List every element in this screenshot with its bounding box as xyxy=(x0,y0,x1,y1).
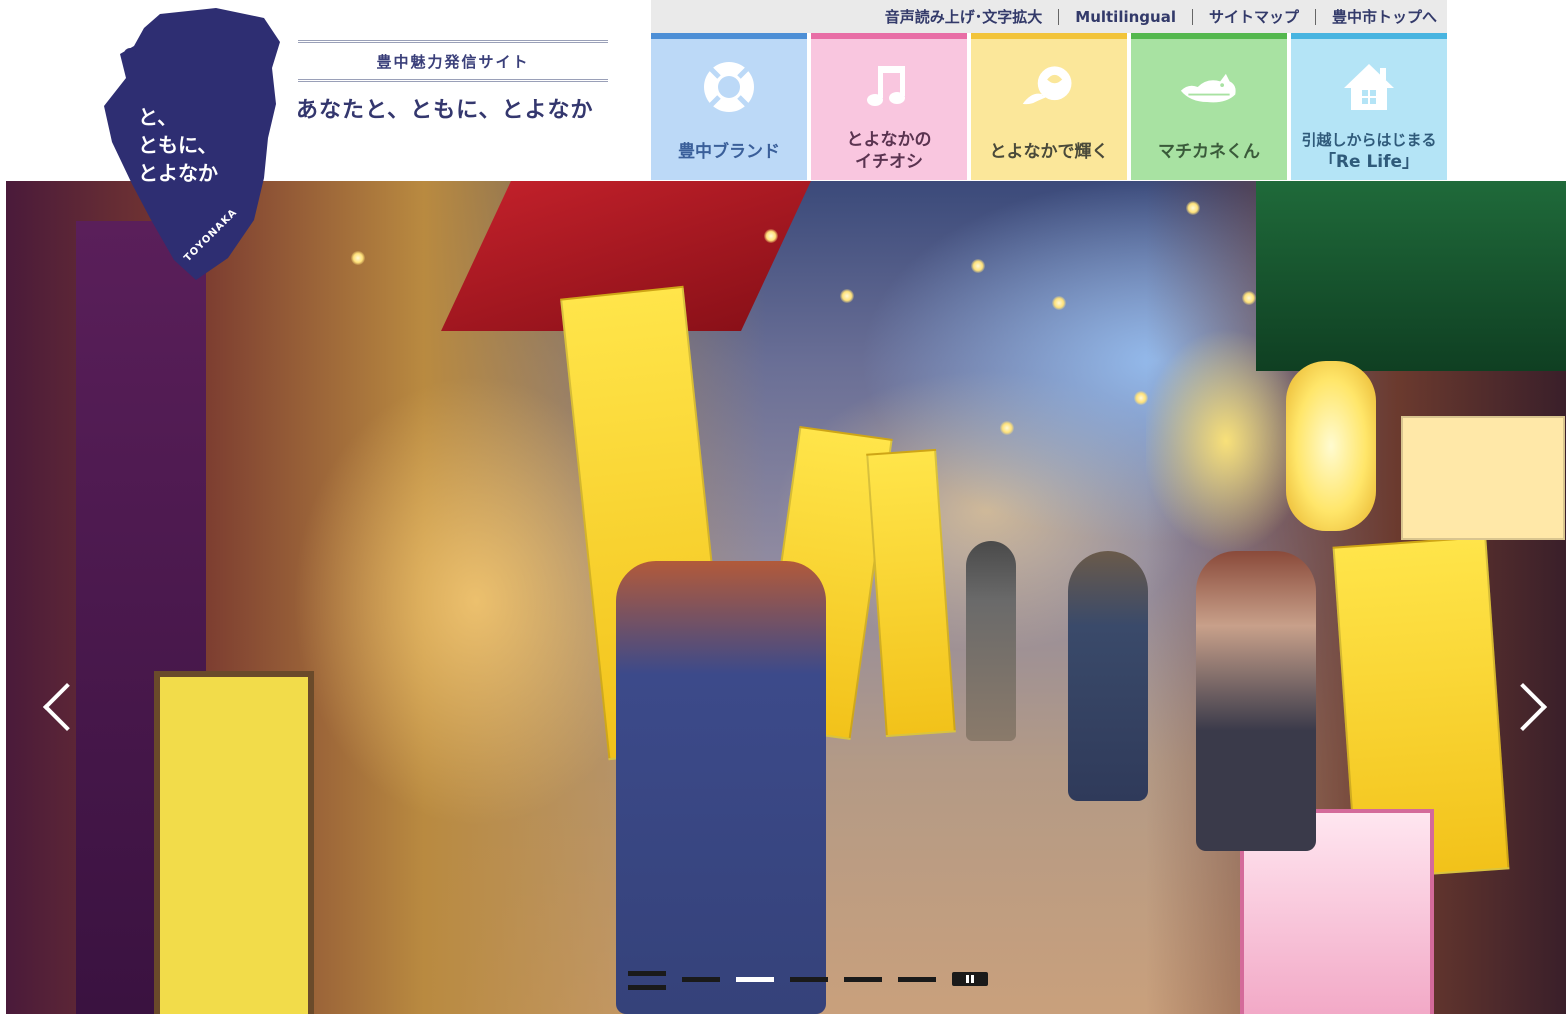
person-figure xyxy=(1196,551,1316,851)
rose-icon xyxy=(1019,57,1079,117)
house-icon xyxy=(1339,57,1399,117)
toyonaka-logo[interactable]: と、 ともに、 とよなか TOYONAKA xyxy=(104,8,280,286)
crocodile-icon xyxy=(1179,57,1239,117)
string-light xyxy=(1052,296,1066,310)
lantern xyxy=(1286,361,1376,531)
yellow-banner xyxy=(866,448,956,738)
nav-tile-label: 引越しからはじまる xyxy=(1301,131,1437,149)
string-light xyxy=(1186,201,1200,215)
nav-tile-label: とよなかの xyxy=(846,130,932,150)
site-subtitle: 豊中魅力発信サイト xyxy=(376,52,530,71)
slider-dot[interactable] xyxy=(682,976,720,982)
nav-tile-ichioshi[interactable]: とよなかの イチオシ xyxy=(811,33,967,180)
string-light xyxy=(1000,421,1014,435)
utility-link-multilingual[interactable]: Multilingual xyxy=(1059,8,1193,25)
utility-link-accessibility[interactable]: 音声読み上げ･文字拡大 xyxy=(869,8,1060,25)
string-light xyxy=(840,289,854,303)
nav-tile-label: 豊中ブランド xyxy=(678,142,780,162)
nav-tile-label: イチオシ xyxy=(855,152,923,172)
site-tagline: あなたと、ともに、とよなか xyxy=(296,98,594,123)
nav-tile-kagayaku[interactable]: とよなかで輝く xyxy=(971,33,1127,180)
string-light xyxy=(971,259,985,273)
music-note-icon xyxy=(859,57,919,117)
tile-accent-bar xyxy=(811,33,967,39)
string-light xyxy=(1134,391,1148,405)
utility-nav: 音声読み上げ･文字拡大 Multilingual サイトマップ 豊中市トップへ xyxy=(651,0,1447,33)
logo-text-line: とよなか xyxy=(138,161,218,185)
slider-dot-active[interactable] xyxy=(736,976,774,982)
slider-dot[interactable] xyxy=(790,976,828,982)
string-light xyxy=(1242,291,1256,305)
nav-tile-label: 「Re Life」 xyxy=(1318,152,1420,172)
slider-dot[interactable] xyxy=(898,976,936,982)
nav-tile-toyonaka-brand[interactable]: 豊中ブランド xyxy=(651,33,807,180)
tile-accent-bar xyxy=(971,33,1127,39)
tile-accent-bar xyxy=(1131,33,1287,39)
string-light xyxy=(764,229,778,243)
slider-pagination xyxy=(628,964,988,994)
site-subtitle-box: 豊中魅力発信サイト xyxy=(298,40,608,82)
lifebuoy-icon xyxy=(699,57,759,117)
slider-pause-icon[interactable] xyxy=(952,972,988,986)
logo-text-line: と、 xyxy=(138,105,178,129)
utility-link-city-top[interactable]: 豊中市トップへ xyxy=(1316,9,1447,25)
nav-tile-label: とよなかで輝く xyxy=(989,142,1109,162)
slider-dot[interactable] xyxy=(628,970,666,990)
tile-accent-bar xyxy=(1291,33,1447,39)
shop-sign xyxy=(154,671,314,1014)
person-figure xyxy=(966,541,1016,741)
yellow-banner xyxy=(1401,416,1565,540)
slider-dot[interactable] xyxy=(844,976,882,982)
hero-slideshow-image xyxy=(6,181,1566,1014)
nav-tile-label: マチカネくん xyxy=(1158,142,1260,162)
green-awning xyxy=(1256,181,1566,371)
string-light xyxy=(351,251,365,265)
tile-accent-bar xyxy=(651,33,807,39)
utility-link-sitemap[interactable]: サイトマップ xyxy=(1193,8,1316,25)
logo-text-line: ともに、 xyxy=(138,133,218,157)
person-figure xyxy=(1068,551,1148,801)
nav-tile-machikanekun[interactable]: マチカネくん xyxy=(1131,33,1287,180)
person-figure xyxy=(616,561,826,1014)
nav-tile-relife[interactable]: 引越しからはじまる 「Re Life」 xyxy=(1291,33,1447,180)
main-nav: 豊中ブランド とよなかの イチオシ とよなかで輝く マチカネくん 引越しからはじ… xyxy=(651,33,1447,180)
